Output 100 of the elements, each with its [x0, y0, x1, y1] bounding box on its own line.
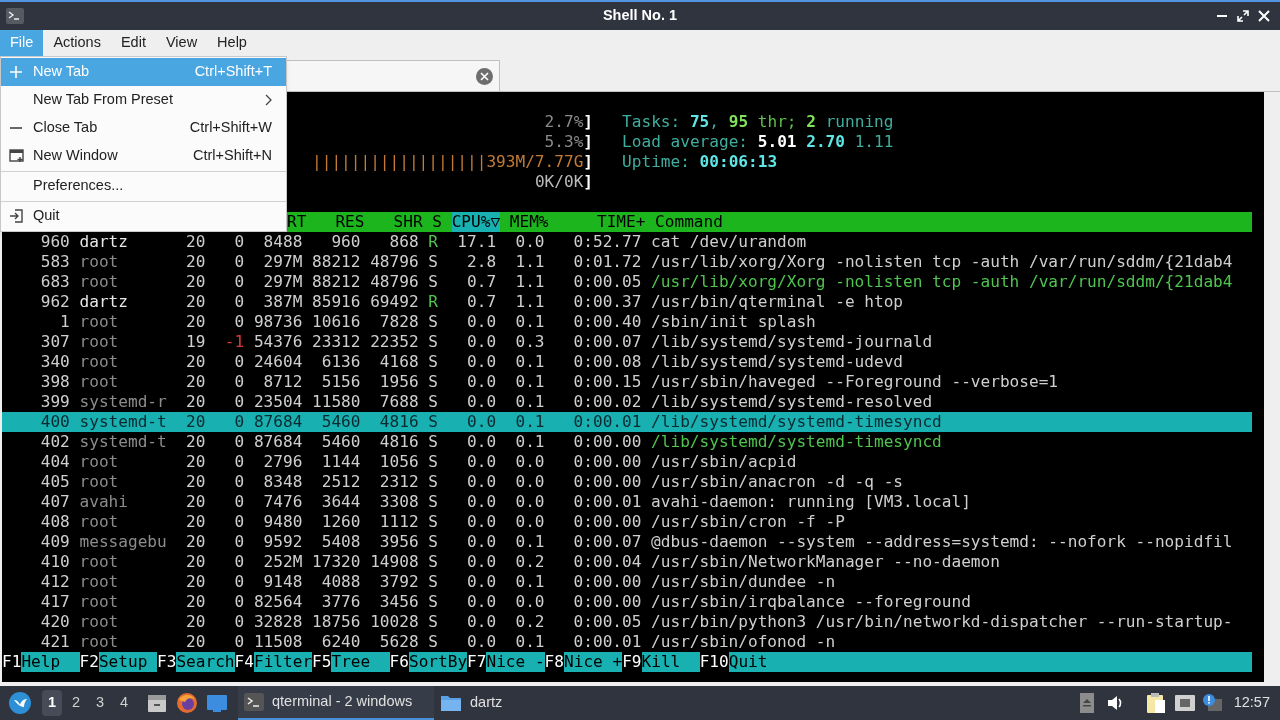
process-row[interactable]: 960 dartz 20 0 8488 960 868 R 17.1 0.0 0:52.77 cat /dev/urandom — [2, 232, 1252, 252]
menu-item[interactable]: New Tab From Preset — [1, 86, 286, 114]
process-row[interactable]: 402 systemd-t 20 0 87684 5460 4816 S 0.0 0.1 0:00.00 /lib/systemd/systemd-timesyncd — [2, 432, 1252, 452]
function-label[interactable]: SortBy — [408, 652, 468, 672]
user-cell-text: root — [78, 592, 120, 612]
user-cell-text: root — [78, 332, 120, 352]
workspace-button[interactable]: 4 — [114, 690, 134, 716]
virt-cell-text: 54376 — [252, 332, 303, 352]
cpu-cell-text: 0.0 — [466, 352, 497, 372]
virt-cell-text: 9592 — [262, 532, 303, 552]
process-row[interactable]: 417 root 20 0 82564 3776 3456 S 0.0 0.0 0:00.00 /usr/sbin/irqbalance --foreground — [2, 592, 1252, 612]
process-row[interactable]: 420 root 20 0 32828 18756 10028 S 0.0 0.2 0:00.05 /usr/bin/python3 /usr/bin/networkd-dispatcher --run-startup- — [2, 612, 1252, 632]
maximize-icon[interactable] — [1237, 10, 1249, 22]
task-button[interactable]: dartz — [434, 686, 509, 720]
user-cell-text: root — [78, 372, 120, 392]
menu-item[interactable]: Preferences... — [1, 172, 286, 200]
shr-cell-text: 48796 — [369, 252, 419, 272]
process-row[interactable]: 405 root 20 0 8348 2512 2312 S 0.0 0.0 0:00.00 /usr/sbin/anacron -d -q -s — [2, 472, 1252, 492]
process-row[interactable]: 404 root 20 0 2796 1144 1056 S 0.0 0.0 0:00.00 /usr/sbin/acpid — [2, 452, 1252, 472]
pid-cell-text: 398 — [39, 372, 70, 392]
process-row[interactable]: 583 root 20 0 297M 88212 48796 S 2.8 1.1 0:01.72 /usr/lib/xorg/Xorg -nolisten tcp -auth /var/run/sddm/{21dab4 — [2, 252, 1252, 272]
state-cell-text: S — [427, 252, 438, 272]
nice-cell-text: 0 — [233, 532, 245, 552]
priority-cell-text: 20 — [185, 432, 206, 452]
res-cell-text: 6136 — [320, 352, 361, 372]
function-key: F3 — [157, 652, 177, 672]
fox-icon[interactable] — [176, 692, 198, 714]
function-label[interactable]: Setup — [98, 652, 158, 672]
virt-cell-text: 8712 — [262, 372, 303, 392]
function-label[interactable]: Kill — [641, 652, 700, 672]
command-cell-text: /usr/sbin/acpid — [650, 452, 798, 472]
window-icon[interactable] — [206, 693, 228, 713]
function-label[interactable]: Nice - — [486, 652, 545, 672]
cpu-cell-text: 0.0 — [466, 472, 497, 492]
command-cell-text: /usr/sbin/NetworkManager --no-daemon — [650, 552, 1001, 572]
process-row[interactable]: 412 root 20 0 9148 4088 3792 S 0.0 0.1 0:00.00 /usr/sbin/dundee -n — [2, 572, 1252, 592]
process-row[interactable]: 962 dartz 20 0 387M 85916 69492 R 0.7 1.1 0:00.37 /usr/bin/qterminal -e htop — [2, 292, 1252, 312]
process-row[interactable]: 400 systemd-t 20 0 87684 5460 4816 S 0.0 0.1 0:00.01 /lib/systemd/systemd-timesyncd — [2, 412, 1252, 432]
mem-cell-text: 1.1 — [514, 292, 545, 312]
time-cell-text: 0:01.72 — [572, 252, 642, 272]
time-cell-text: 0:00.00 — [572, 432, 642, 452]
virt-cell-text: 24604 — [252, 352, 303, 372]
mem-cell-text: 1.1 — [514, 272, 545, 292]
process-row[interactable]: 407 avahi 20 0 7476 3644 3308 S 0.0 0.0 0:00.01 avahi-daemon: running [VM3.local] — [2, 492, 1252, 512]
workspace-button[interactable]: 3 — [90, 690, 110, 716]
menu-item[interactable]: Close Tab Ctrl+Shift+W — [1, 114, 286, 142]
res-cell-text: 88212 — [311, 252, 361, 272]
menu-item[interactable]: Quit — [1, 202, 286, 230]
process-row[interactable]: 398 root 20 0 8712 5156 1956 S 0.0 0.1 0:00.15 /usr/sbin/haveged --Foreground --verbose=1 — [2, 372, 1252, 392]
clock[interactable]: 12:57 — [1233, 692, 1270, 714]
process-row[interactable]: 1 root 20 0 98736 10616 7828 S 0.0 0.1 0:00.40 /sbin/init splash — [2, 312, 1252, 332]
function-label[interactable]: Help — [21, 652, 80, 672]
workspace-button[interactable]: 2 — [66, 690, 86, 716]
function-label[interactable]: Search — [176, 652, 235, 672]
user-cell-text: root — [78, 452, 120, 472]
app-menu-icon[interactable] — [8, 691, 32, 715]
menu-button[interactable]: Help — [207, 30, 257, 56]
close-icon[interactable] — [1258, 10, 1270, 22]
menu-button[interactable]: View — [155, 30, 208, 56]
mem-cell-text: 0.2 — [514, 552, 545, 572]
cpu-cell-text: 0.0 — [466, 532, 497, 552]
function-key: F7 — [467, 652, 487, 672]
process-row[interactable]: 399 systemd-r 20 0 23504 11580 7688 S 0.0 0.1 0:00.02 /lib/systemd/systemd-resolved — [2, 392, 1252, 412]
process-row[interactable]: 409 messagebu 20 0 9592 5408 3956 S 0.0 0.1 0:00.07 @dbus-daemon --system --address=systemd: --nofork --nopidfil — [2, 532, 1252, 552]
meter-bracket: ] — [583, 152, 594, 172]
process-row[interactable]: 408 root 20 0 9480 1260 1112 S 0.0 0.0 0:00.00 /usr/sbin/cron -f -P — [2, 512, 1252, 532]
new-window-icon — [9, 149, 25, 163]
process-row[interactable]: 410 root 20 0 252M 17320 14908 S 0.0 0.2 0:00.04 /usr/sbin/NetworkManager --no-daemon — [2, 552, 1252, 572]
state-cell-text: S — [427, 552, 438, 572]
time-cell-text: 0:00.01 — [572, 632, 642, 652]
file-cabinet-icon[interactable] — [146, 692, 168, 714]
process-row[interactable]: 421 root 20 0 11508 6240 5628 S 0.0 0.1 0:00.01 /usr/sbin/ofonod -n — [2, 632, 1252, 652]
process-row[interactable]: 340 root 20 0 24604 6136 4168 S 0.0 0.1 0:00.08 /lib/systemd/systemd-udevd — [2, 352, 1252, 372]
virt-cell-text: 8488 — [262, 232, 303, 252]
task-button[interactable]: qterminal - 2 windows — [238, 686, 434, 720]
menu-button[interactable]: Actions — [43, 30, 111, 56]
workspace-button[interactable]: 1 — [42, 690, 62, 716]
res-cell-text: 1260 — [320, 512, 361, 532]
function-label[interactable]: Tree — [331, 652, 390, 672]
clipboard-icon[interactable] — [1145, 692, 1166, 714]
shr-cell-text: 22352 — [369, 332, 419, 352]
res-cell-text: 2512 — [320, 472, 361, 492]
function-label[interactable]: Quit — [728, 652, 1252, 672]
priority-cell-text: 20 — [185, 492, 206, 512]
summary-text: Tasks: — [622, 112, 681, 132]
state-cell-text: S — [427, 372, 438, 392]
menu-item[interactable]: New Window Ctrl+Shift+N — [1, 142, 286, 170]
virt-cell-text: 87684 — [252, 432, 303, 452]
user-cell-text: root — [78, 512, 120, 532]
res-cell-text: 85916 — [311, 292, 361, 312]
menu-button[interactable]: Edit — [110, 30, 156, 56]
process-row[interactable]: 683 root 20 0 297M 88212 48796 S 0.7 1.1 0:00.05 /usr/lib/xorg/Xorg -nolisten tcp -auth /var/run/sddm/{21dab4 — [2, 272, 1252, 292]
function-label[interactable]: Nice + — [564, 652, 623, 672]
column-header[interactable]: CPU%▽ — [451, 212, 501, 232]
notification-icon[interactable] — [1201, 693, 1222, 713]
speaker-icon[interactable] — [1105, 694, 1124, 712]
summary-text: 2.70 — [806, 132, 845, 152]
network-icon[interactable] — [1173, 694, 1196, 712]
process-row[interactable]: 307 root 19 -1 54376 23312 22352 S 0.0 0.3 0:00.07 /lib/systemd/systemd-journald — [2, 332, 1252, 352]
shr-cell-text: 48796 — [369, 272, 419, 292]
